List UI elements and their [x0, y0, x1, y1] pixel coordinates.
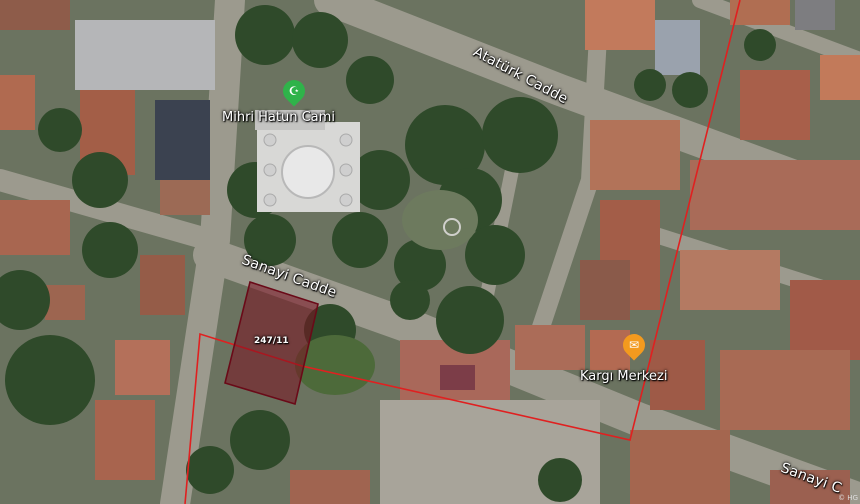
cargo-marker[interactable]: ✉	[618, 329, 650, 361]
envelope-icon: ✉	[628, 338, 640, 352]
satellite-map[interactable]: Atatürk Cadde Sanayi Cadde Sanayi C ☪ Mi…	[0, 0, 860, 504]
map-imagery	[0, 0, 860, 504]
poi-label-mosque[interactable]: Mihri Hatun Cami	[222, 110, 335, 125]
mosque-marker[interactable]: ☪	[278, 75, 310, 107]
map-attribution: © HG	[838, 494, 858, 502]
parcel-label[interactable]: 247/11	[254, 336, 289, 346]
poi-label-cargo[interactable]: Kargı Merkezi	[580, 369, 667, 384]
mosque-icon: ☪	[288, 84, 300, 98]
